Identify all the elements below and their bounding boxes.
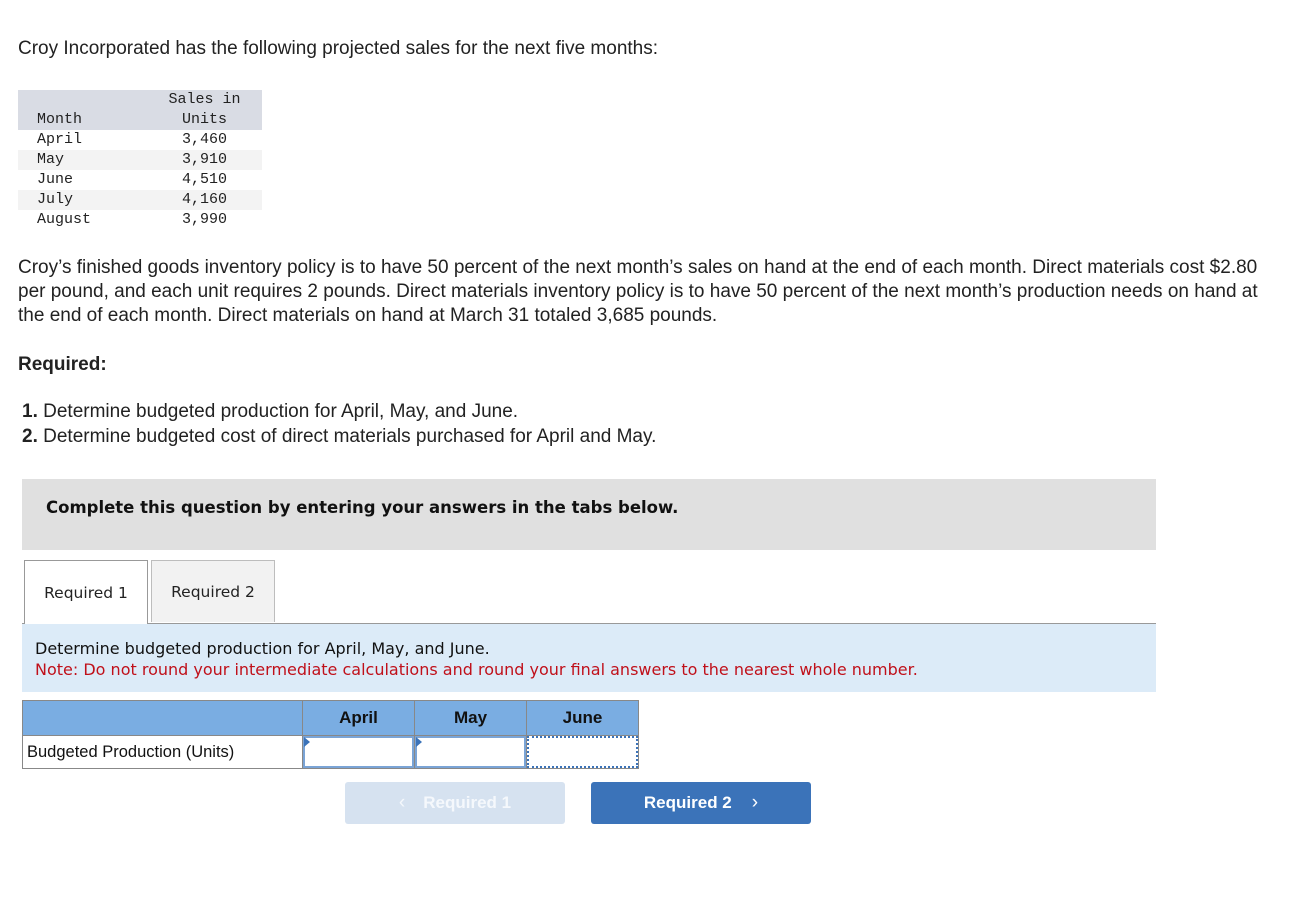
prompt-note: Note: Do not round your intermediate cal…: [35, 660, 918, 679]
month-cell: June: [37, 171, 74, 188]
units-cell: 3,990: [181, 211, 227, 228]
instruction-banner: Complete this question by entering your …: [22, 479, 1156, 550]
month-cell: May: [37, 151, 65, 168]
answer-table-header: April May June: [22, 700, 639, 736]
tab-required-1[interactable]: Required 1: [24, 560, 148, 624]
table-row: Budgeted Production (Units): [22, 735, 639, 769]
requirement-text: Determine budgeted production for April,…: [37, 401, 519, 422]
units-cell: 4,160: [181, 191, 227, 208]
prompt-text: Determine budgeted production for April,…: [35, 639, 490, 658]
prompt-panel: Determine budgeted production for April,…: [22, 624, 1156, 692]
row-label-budgeted-production: Budgeted Production (Units): [22, 735, 303, 769]
table-row: July 4,160: [18, 190, 262, 210]
answer-table: April May June Budgeted Production (Unit…: [22, 700, 639, 769]
requirement-item: 2. Determine budgeted cost of direct mat…: [22, 424, 656, 449]
chevron-left-icon: ‹: [398, 792, 406, 813]
table-row: May 3,910: [18, 150, 262, 170]
requirements-list: 1. Determine budgeted production for Apr…: [22, 399, 656, 449]
units-cell: 3,910: [181, 151, 227, 168]
april-cell: [302, 735, 415, 769]
month-cell: August: [37, 211, 92, 228]
units-cell: 4,510: [181, 171, 227, 188]
requirement-number: 1.: [22, 401, 38, 422]
tab-required-2[interactable]: Required 2: [151, 560, 275, 622]
sales-table: Month Sales in Units April 3,460 May 3,9…: [18, 90, 262, 230]
chevron-right-icon: ›: [751, 792, 759, 813]
instruction-text: Complete this question by entering your …: [46, 498, 679, 517]
requirement-number: 2.: [22, 426, 38, 447]
june-production-input[interactable]: [527, 736, 638, 768]
april-production-input[interactable]: [303, 736, 414, 768]
header-may: May: [414, 700, 527, 736]
policy-text: Croy’s finished goods inventory policy i…: [18, 257, 1258, 326]
required-heading: Required:: [18, 354, 107, 375]
prev-required-button[interactable]: ‹ Required 1: [345, 782, 565, 824]
table-row: June 4,510: [18, 170, 262, 190]
requirement-text: Determine budgeted cost of direct materi…: [37, 426, 657, 447]
requirement-item: 1. Determine budgeted production for Apr…: [22, 399, 656, 424]
sales-table-header: Month Sales in: [18, 90, 262, 128]
tab-bar: Required 1 Required 2: [22, 560, 1156, 624]
month-cell: April: [37, 131, 83, 148]
may-production-input[interactable]: [415, 736, 526, 768]
header-units-line2: Units: [181, 111, 227, 128]
units-cell: 3,460: [181, 131, 227, 148]
prev-button-label: Required 1: [423, 793, 512, 812]
june-cell: [526, 735, 639, 769]
table-row: August 3,990: [18, 210, 262, 230]
problem-intro: Croy Incorporated has the following proj…: [18, 38, 659, 59]
may-cell: [414, 735, 527, 769]
month-cell: July: [37, 191, 74, 208]
header-april: April: [302, 700, 415, 736]
table-row: April 3,460: [18, 130, 262, 150]
header-blank: [22, 700, 303, 736]
next-required-button[interactable]: Required 2 ›: [591, 782, 811, 824]
next-button-label: Required 2: [643, 793, 732, 812]
header-month: Month: [37, 111, 83, 128]
header-units-line1: Sales in: [168, 91, 241, 108]
header-june: June: [526, 700, 639, 736]
